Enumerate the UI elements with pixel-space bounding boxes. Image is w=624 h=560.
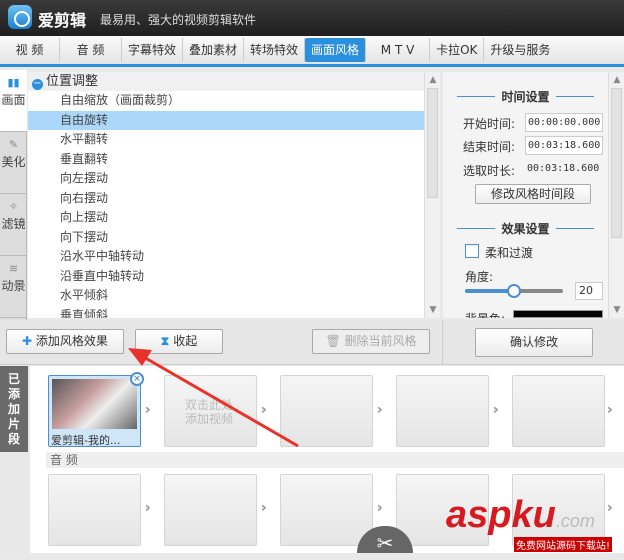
annotation-arrow	[128, 348, 299, 448]
arrow-head	[128, 348, 152, 366]
arrow-shaft	[141, 354, 299, 448]
